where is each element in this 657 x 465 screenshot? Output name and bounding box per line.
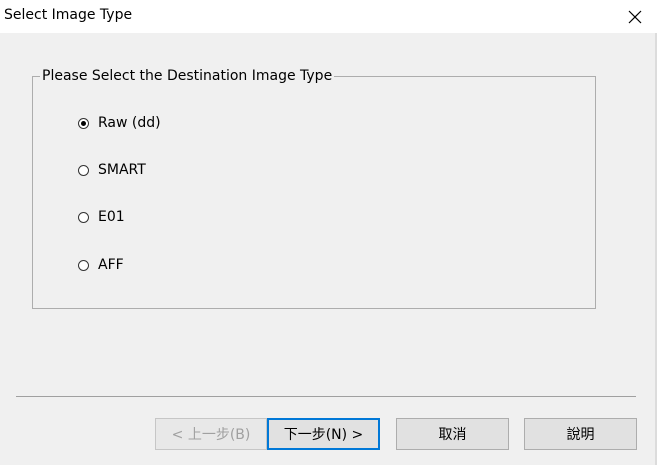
next-button[interactable]: 下一步(N) > [267, 418, 380, 450]
radio-label-e01: E01 [98, 209, 125, 225]
select-image-type-dialog: Select Image Type Please Select the Dest… [0, 0, 657, 465]
back-button[interactable]: < 上一步(B) [155, 418, 267, 450]
close-button[interactable] [613, 0, 657, 33]
radio-label-raw-dd: Raw (dd) [98, 115, 161, 131]
radio-button-smart[interactable] [78, 164, 89, 176]
radio-label-aff: AFF [98, 257, 124, 273]
radio-button-raw-dd[interactable] [78, 117, 89, 129]
radio-option-aff[interactable]: AFF [78, 255, 124, 275]
window-title: Select Image Type [4, 7, 133, 23]
close-icon [628, 10, 642, 23]
radio-button-aff[interactable] [78, 259, 89, 271]
help-button[interactable]: 說明 [524, 418, 637, 450]
title-bar: Select Image Type [0, 0, 657, 33]
radio-label-smart: SMART [98, 162, 146, 178]
radio-button-e01[interactable] [78, 211, 89, 223]
radio-option-raw-dd[interactable]: Raw (dd) [78, 113, 161, 133]
button-separator [16, 396, 636, 397]
radio-option-e01[interactable]: E01 [78, 207, 125, 227]
cancel-button[interactable]: 取消 [396, 418, 509, 450]
radio-option-smart[interactable]: SMART [78, 160, 146, 180]
groupbox-legend: Please Select the Destination Image Type [40, 67, 335, 85]
